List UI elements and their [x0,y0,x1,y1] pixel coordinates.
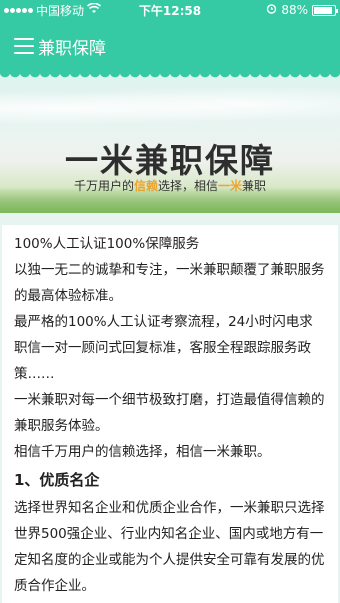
battery-icon [312,4,338,16]
banner-title: 一米兼职保障 [65,141,275,180]
nav-bar: 兼职保障 [0,20,340,72]
banner-subtitle-mid: 选择，相信 [157,179,218,193]
banner-subtitle-highlight-1: 信赖 [133,179,158,193]
banner-subtitle-post: 兼职 [242,179,267,193]
battery-fill [314,6,332,14]
status-bar: 中国移动 下午12:58 88% [0,0,340,20]
carrier-label: 中国移动 [36,3,85,18]
page-title: 兼职保障 [38,38,106,59]
content-wrapper: 100%人工认证100%保障服务 以独一无二的诚挚和专注，一米兼职颠覆了兼职服务… [0,213,340,603]
banner: 一米兼职保障 千万用户的信赖选择，相信一米兼职 [0,82,340,213]
battery-percent: 88% [281,3,308,17]
intro-paragraph: 100%人工认证100%保障服务 [14,236,200,252]
banner-subtitle-pre: 千万用户的 [73,179,134,193]
status-left: 中国移动 [4,2,102,19]
menu-icon[interactable] [14,38,34,54]
signal-icon [4,7,33,13]
intro-paragraph: 以独一无二的诚挚和专注，一米兼职颠覆了兼职服务的最高体验标准。 [14,262,325,304]
intro-paragraph: 最严格的100%人工认证考察流程，24小时闪电求职信一对一顾问式回复标准，客服全… [14,314,313,382]
intro-paragraph: 相信千万用户的信赖选择，相信一米兼职。 [14,444,271,460]
status-right: 88% [266,3,338,17]
intro-paragraph: 一米兼职对每一个细节极致打磨，打造最值得信赖的兼职服务体验。 [14,392,325,434]
alarm-icon [266,3,277,17]
wifi-icon [86,2,102,17]
banner-subtitle: 千万用户的信赖选择，相信一米兼职 [0,177,340,194]
content-body: 100%人工认证100%保障服务 以独一无二的诚挚和专注，一米兼职颠覆了兼职服务… [2,225,338,603]
nav-scallop-divider [0,72,340,82]
banner-subtitle-highlight-2: 一米 [218,179,243,193]
section-1-title: 1、优质名企 [14,471,100,489]
section-1-body: 选择世界知名企业和优质企业合作，一米兼职只选择世界500强企业、行业内知名企业、… [14,500,325,594]
